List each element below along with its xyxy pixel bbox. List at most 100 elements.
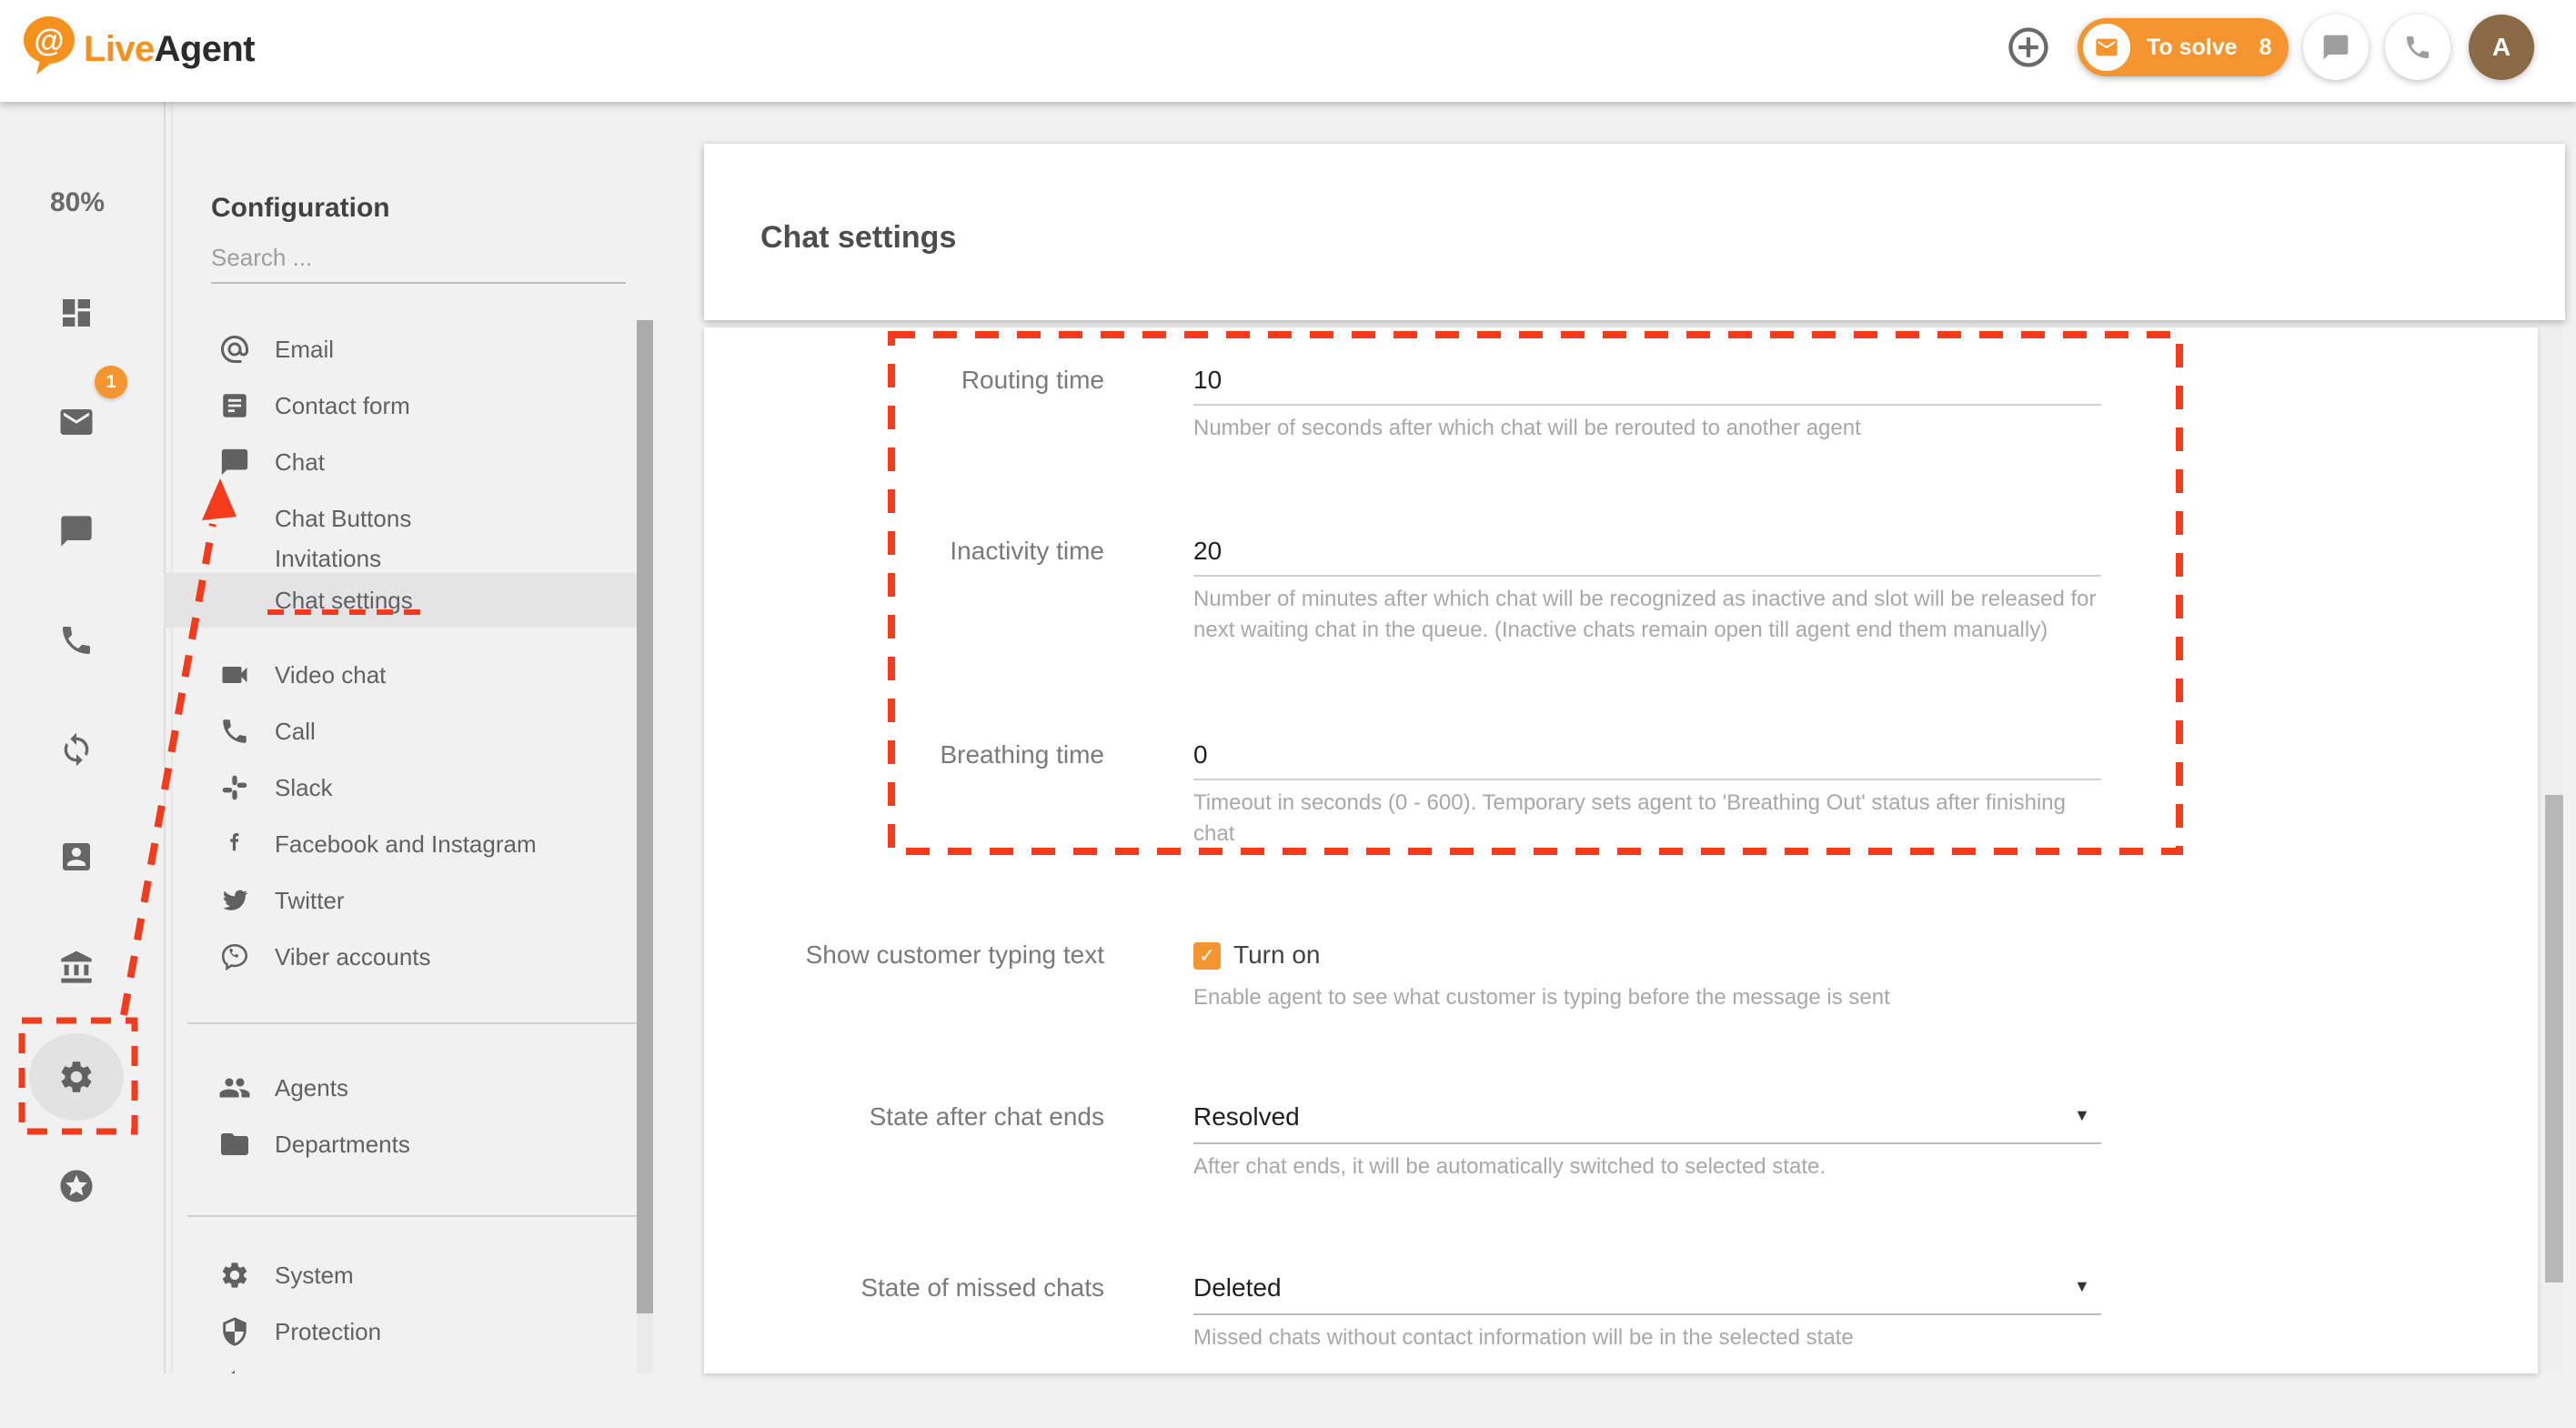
chat-icon	[58, 513, 95, 549]
automation-icon	[218, 1368, 251, 1373]
add-button[interactable]	[2005, 24, 2052, 71]
bank-icon	[58, 950, 95, 986]
state-after-chat-select[interactable]: Resolved	[1193, 1102, 1300, 1131]
contact-form-icon	[218, 389, 251, 422]
sidebar-item-starred[interactable]	[55, 1164, 98, 1208]
state-after-chat-underline	[1193, 1142, 2101, 1144]
routing-time-underline	[1193, 404, 2101, 406]
inactivity-time-label: Inactivity time	[704, 537, 1104, 566]
configuration-title: Configuration	[211, 193, 390, 224]
chat-bubble-icon	[218, 446, 251, 478]
typing-text-label: Show customer typing text	[704, 940, 1104, 970]
folder-icon	[218, 1128, 251, 1161]
app-window: @ LiveAgent To solve 8 A 80% 1	[0, 0, 2576, 1428]
phone-icon	[58, 622, 95, 659]
logo-agent: Agent	[155, 29, 255, 69]
config-scrollbar-thumb[interactable]	[637, 320, 653, 1313]
sidebar-item-customers[interactable]	[55, 835, 98, 879]
top-bar: @ LiveAgent To solve 8 A	[0, 0, 2576, 102]
missed-chats-label: State of missed chats	[704, 1273, 1104, 1302]
main-scrollbar-thumb[interactable]	[2545, 795, 2563, 1282]
inactivity-time-input[interactable]: 20	[1193, 537, 1222, 566]
dropdown-caret-icon[interactable]: ▼	[2074, 1277, 2090, 1296]
logo-live: Live	[84, 29, 155, 69]
dropdown-caret-icon[interactable]: ▼	[2074, 1106, 2090, 1125]
config-item-departments[interactable]: Departments	[164, 1117, 637, 1172]
config-item-slack[interactable]: Slack	[164, 760, 637, 815]
system-gear-icon	[218, 1259, 251, 1292]
sidebar-item-tickets[interactable]	[55, 400, 98, 444]
sidebar-item-calls[interactable]	[55, 618, 98, 662]
config-item-twitter[interactable]: Twitter	[164, 873, 637, 928]
logo-wordmark[interactable]: LiveAgent	[84, 29, 255, 70]
config-item-call[interactable]: Call	[164, 704, 637, 759]
slack-icon	[218, 771, 251, 804]
routing-time-helper: Number of seconds after which chat will …	[1193, 413, 2112, 444]
config-item-agents[interactable]: Agents	[164, 1061, 637, 1115]
state-after-chat-label: State after chat ends	[704, 1102, 1104, 1131]
config-item-video-chat[interactable]: Video chat	[164, 648, 637, 702]
config-item-viber[interactable]: Viber accounts	[164, 930, 637, 984]
to-solve-count: 8	[2259, 35, 2272, 61]
config-item-facebook-instagram[interactable]: Facebook and Instagram	[164, 817, 637, 871]
typing-text-checkbox-label[interactable]: Turn on	[1233, 940, 1320, 970]
envelope-icon	[2083, 24, 2130, 71]
liveagent-logo-icon[interactable]: @	[22, 15, 80, 76]
twitter-icon	[218, 884, 251, 917]
routing-time-input[interactable]: 10	[1193, 366, 1222, 395]
sidebar-item-chats[interactable]	[55, 509, 98, 553]
breathing-time-input[interactable]: 0	[1193, 740, 1208, 769]
chats-button[interactable]	[2303, 15, 2369, 80]
breathing-time-underline	[1193, 779, 2101, 780]
videocam-icon	[218, 659, 251, 691]
sidebar-item-sync[interactable]	[55, 728, 98, 771]
to-solve-label: To solve	[2147, 35, 2238, 61]
gear-icon	[57, 1058, 96, 1096]
config-item-system[interactable]: System	[164, 1248, 637, 1302]
inactivity-time-helper: Number of minutes after which chat will …	[1193, 584, 2112, 646]
config-item-automation[interactable]: Automation	[164, 1357, 637, 1373]
routing-time-label: Routing time	[704, 366, 1104, 395]
sidebar-item-configuration[interactable]	[55, 1055, 98, 1099]
usage-percent: 80%	[36, 187, 118, 218]
plus-circle-icon	[2005, 24, 2052, 71]
contact-card-icon	[58, 839, 95, 875]
config-item-chat-settings[interactable]: Chat settings	[164, 573, 637, 628]
chat-bubble-icon	[2321, 33, 2350, 62]
typing-text-checkbox[interactable]: ✓	[1193, 942, 1221, 970]
config-item-chat[interactable]: Chat	[164, 435, 637, 489]
viber-icon	[218, 940, 251, 973]
svg-text:@: @	[34, 24, 64, 58]
calls-button[interactable]	[2385, 15, 2450, 80]
missed-chats-underline	[1193, 1313, 2101, 1315]
config-divider	[187, 1022, 637, 1024]
star-icon	[57, 1167, 96, 1205]
sidebar-item-dashboard[interactable]	[55, 291, 98, 335]
search-underline	[211, 282, 626, 284]
chat-settings-annotation-underline	[267, 609, 422, 615]
breathing-time-helper: Timeout in seconds (0 - 600). Temporary …	[1193, 788, 2112, 850]
chat-settings-form: Routing time 10 Number of seconds after …	[704, 327, 2538, 1373]
tickets-badge: 1	[95, 366, 127, 398]
config-item-contact-form[interactable]: Contact form	[164, 378, 637, 433]
agents-icon	[218, 1071, 251, 1104]
call-icon	[218, 715, 251, 748]
facebook-icon	[218, 828, 251, 860]
mail-icon	[57, 403, 96, 441]
config-item-protection[interactable]: Protection	[164, 1304, 637, 1359]
phone-icon	[2403, 33, 2432, 62]
missed-chats-helper: Missed chats without contact information…	[1193, 1322, 2112, 1353]
shield-icon	[218, 1315, 251, 1348]
config-divider-2	[187, 1215, 637, 1217]
config-search-input[interactable]: Search ...	[211, 244, 626, 272]
missed-chats-select[interactable]: Deleted	[1193, 1273, 1282, 1302]
sidebar-item-billing[interactable]	[55, 946, 98, 990]
to-solve-button[interactable]: To solve 8	[2078, 18, 2289, 76]
typing-text-helper: Enable agent to see what customer is typ…	[1193, 982, 2112, 1013]
page-header-card: Chat settings	[704, 144, 2565, 320]
config-item-email[interactable]: Email	[164, 322, 637, 377]
state-after-chat-helper: After chat ends, it will be automaticall…	[1193, 1151, 2112, 1182]
avatar[interactable]: A	[2469, 15, 2534, 80]
dashboard-icon	[58, 295, 95, 331]
breathing-time-label: Breathing time	[704, 740, 1104, 769]
